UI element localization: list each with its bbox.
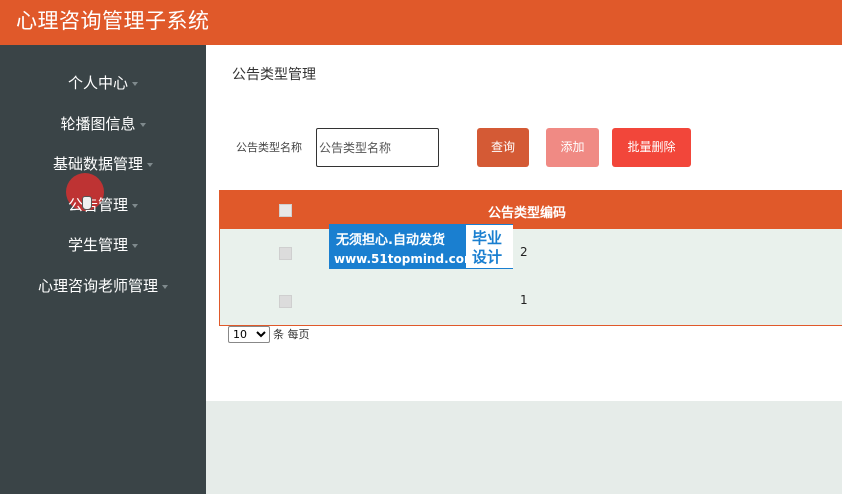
sidebar-item-label: 公告管理 [67,196,128,214]
page-title: 公告类型管理 [232,67,316,83]
data-table: 公告类型编码 2 1 [219,190,842,326]
app-title: 心理咨询管理子系统 [16,9,210,33]
row-checkbox[interactable] [279,295,292,308]
column-header-code: 公告类型编码 [488,206,567,221]
chevron-down-icon [139,122,146,127]
hand-cursor-icon [82,196,92,210]
add-button[interactable]: 添加 [546,128,599,167]
watermark-url: www.51topmind.com [334,252,477,266]
watermark-banner: 无须担心.自动发货 www.51topmind.com 毕业 设计 [329,224,513,269]
page-size-label: 条 每页 [273,328,310,341]
chevron-down-icon [132,243,138,248]
sidebar-item-label: 心理咨询老师管理 [37,277,158,295]
select-all-checkbox[interactable] [279,204,292,217]
chevron-down-icon [132,81,138,86]
sidebar-item-label: 基础数据管理 [52,155,143,173]
row-checkbox[interactable] [279,247,292,260]
chevron-down-icon [162,284,168,289]
search-label: 公告类型名称 [236,141,302,154]
sidebar-item-basic-data[interactable]: 基础数据管理 [0,152,206,176]
sidebar-item-carousel[interactable]: 轮播图信息 [0,112,206,136]
watermark-badge-line2: 设计 [472,248,503,266]
sidebar-item-students[interactable]: 学生管理 [0,233,206,257]
sidebar-item-announcement[interactable]: 公告管理 [0,193,206,217]
table-row[interactable]: 2 [220,229,842,277]
chevron-down-icon [132,203,138,208]
query-button[interactable]: 查询 [477,128,529,167]
chevron-down-icon [147,162,153,167]
table-header: 公告类型编码 [220,191,842,229]
row-code: 2 [520,245,528,259]
sidebar-item-label: 学生管理 [67,236,128,254]
sidebar-item-label: 轮播图信息 [60,115,136,133]
table-row[interactable]: 1 [220,277,842,325]
footer-area [206,401,842,494]
page-size-select[interactable]: 10 [228,326,270,343]
sidebar-item-label: 个人中心 [67,74,128,92]
watermark-badge: 毕业 设计 [466,225,513,268]
batch-delete-button[interactable]: 批量删除 [612,128,691,167]
watermark-text: 无须担心.自动发货 [336,233,445,248]
watermark-badge-line1: 毕业 [472,229,503,247]
pager: 10 条 每页 [228,326,310,343]
sidebar-item-personal-center[interactable]: 个人中心 [0,71,206,95]
search-input[interactable] [316,128,439,167]
sidebar-item-counselors[interactable]: 心理咨询老师管理 [0,274,206,298]
app-header: 心理咨询管理子系统 [0,0,842,45]
row-code: 1 [520,293,528,307]
